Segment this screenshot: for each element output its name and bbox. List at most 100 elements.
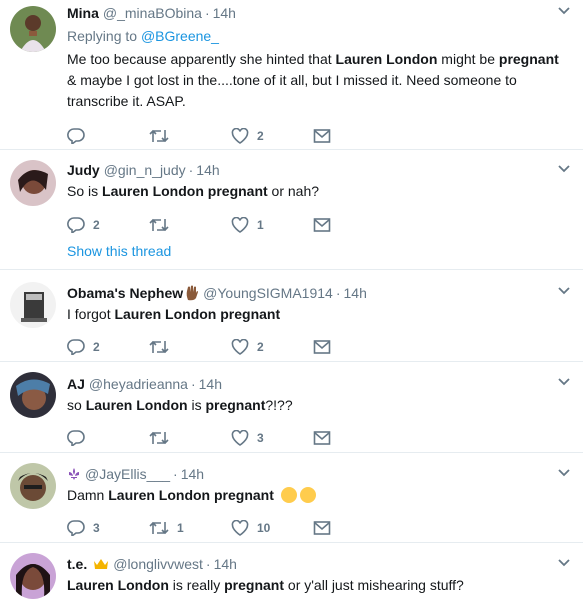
- replying-handle-link[interactable]: @BGreene_: [141, 28, 219, 44]
- user-handle[interactable]: @JayEllis___: [85, 465, 170, 483]
- reply-button[interactable]: 3: [67, 518, 149, 538]
- tweet[interactable]: Obama's Nephew @YoungSIGMA1914 · 14h I f…: [0, 270, 583, 362]
- user-handle[interactable]: @_minaBObina: [103, 4, 202, 22]
- retweet-button[interactable]: [149, 337, 231, 357]
- user-handle[interactable]: @gin_n_judy: [104, 161, 186, 179]
- tweet-header: AJ @heyadrieanna · 14h: [67, 375, 571, 393]
- like-button[interactable]: 10: [231, 518, 313, 538]
- raised-hand-emoji-icon: [186, 285, 199, 301]
- tweet-text: Damn Lauren London pregnant: [67, 485, 571, 506]
- tweet[interactable]: @JayEllis___ · 14h Damn Lauren London pr…: [0, 453, 583, 543]
- chevron-down-icon[interactable]: [557, 377, 571, 387]
- chevron-down-icon[interactable]: [557, 558, 571, 568]
- retweet-icon: [149, 431, 169, 445]
- timestamp[interactable]: 14h: [214, 555, 237, 573]
- reply-icon: [67, 339, 85, 355]
- chevron-down-icon[interactable]: [557, 468, 571, 478]
- tweet-header: Mina @_minaBObina · 14h: [67, 4, 571, 22]
- display-name[interactable]: AJ: [67, 375, 85, 393]
- text-highlight: Lauren London pregnant: [102, 183, 268, 199]
- text-segment: & maybe I got lost in the....tone of it …: [67, 72, 517, 109]
- retweet-button[interactable]: [149, 428, 231, 448]
- tweet-text: I forgot Lauren London pregnant: [67, 304, 571, 325]
- crying-face-emoji-icon: [299, 487, 316, 503]
- tweet-actions: 2: [67, 126, 571, 146]
- text-highlight: pregnant: [205, 397, 266, 413]
- timestamp[interactable]: 14h: [199, 375, 222, 393]
- display-name[interactable]: Judy: [67, 161, 100, 179]
- timestamp[interactable]: 14h: [344, 284, 367, 302]
- direct-message-button[interactable]: [313, 337, 331, 357]
- reply-button[interactable]: 2: [67, 215, 149, 235]
- retweet-button[interactable]: 1: [149, 518, 231, 538]
- like-count: 2: [257, 129, 264, 143]
- text-highlight: Lauren London pregnant: [108, 487, 274, 503]
- reply-button[interactable]: 2: [67, 337, 149, 357]
- avatar[interactable]: [10, 372, 56, 418]
- envelope-icon: [313, 521, 331, 535]
- direct-message-button[interactable]: [313, 518, 331, 538]
- text-highlight: Lauren London: [335, 51, 438, 67]
- like-button[interactable]: 3: [231, 428, 313, 448]
- like-count: 10: [257, 521, 271, 535]
- display-name[interactable]: Mina: [67, 4, 99, 22]
- tweet-text: Me too because apparently she hinted tha…: [67, 49, 571, 112]
- chevron-down-icon[interactable]: [557, 164, 571, 174]
- like-button[interactable]: 2: [231, 337, 313, 357]
- display-name[interactable]: t.e.: [67, 555, 87, 573]
- avatar[interactable]: [10, 282, 56, 328]
- timestamp[interactable]: 14h: [196, 161, 219, 179]
- display-name[interactable]: Obama's Nephew: [67, 284, 183, 302]
- retweet-button[interactable]: [149, 215, 231, 235]
- reply-icon: [67, 128, 85, 144]
- tweet[interactable]: Judy @gin_n_judy · 14h So is Lauren Lond…: [0, 150, 583, 270]
- tweet-feed: Mina @_minaBObina · 14h Replying to @BGr…: [0, 0, 583, 606]
- tweet[interactable]: AJ @heyadrieanna · 14h so Lauren London …: [0, 362, 583, 453]
- text-highlight: pregnant: [498, 51, 559, 67]
- avatar[interactable]: [10, 6, 56, 52]
- avatar[interactable]: [10, 463, 56, 509]
- retweet-icon: [149, 218, 169, 232]
- retweet-icon: [149, 129, 169, 143]
- text-segment: or y'all just mishearing stuff?: [284, 577, 464, 593]
- separator-dot: ·: [204, 5, 210, 21]
- tweet[interactable]: t.e. @longlivvwest · 14h Lauren London i…: [0, 543, 583, 606]
- tweet[interactable]: Mina @_minaBObina · 14h Replying to @BGr…: [0, 0, 583, 150]
- direct-message-button[interactable]: [313, 215, 331, 235]
- reply-button[interactable]: [67, 428, 149, 448]
- direct-message-button[interactable]: [313, 428, 331, 448]
- heart-icon: [231, 430, 249, 446]
- text-segment: Me too because apparently she hinted tha…: [67, 51, 336, 67]
- like-button[interactable]: 2: [231, 126, 313, 146]
- user-handle[interactable]: @heyadrieanna: [89, 375, 188, 393]
- like-count: 3: [257, 431, 264, 445]
- avatar[interactable]: [10, 160, 56, 206]
- avatar[interactable]: [10, 553, 56, 599]
- reply-button[interactable]: [67, 126, 149, 146]
- user-handle[interactable]: @longlivvwest: [113, 555, 203, 573]
- timestamp[interactable]: 14h: [181, 465, 204, 483]
- separator-dot: ·: [188, 162, 194, 178]
- show-thread-link[interactable]: Show this thread: [67, 243, 171, 259]
- separator-dot: ·: [190, 376, 196, 392]
- tweet-text: Lauren London is really pregnant or y'al…: [67, 575, 571, 596]
- separator-dot: ·: [335, 285, 341, 301]
- tweet-text: so Lauren London is pregnant?!??: [67, 395, 571, 416]
- retweet-button[interactable]: [149, 126, 231, 146]
- chevron-down-icon[interactable]: [557, 6, 571, 16]
- chevron-down-icon[interactable]: [557, 286, 571, 296]
- reply-count: 3: [93, 521, 100, 535]
- direct-message-button[interactable]: [313, 126, 331, 146]
- user-handle[interactable]: @YoungSIGMA1914: [203, 284, 333, 302]
- like-button[interactable]: 1: [231, 215, 313, 235]
- text-segment: is: [187, 397, 206, 413]
- text-segment: ?!??: [265, 397, 293, 413]
- tweet-text: So is Lauren London pregnant or nah?: [67, 181, 571, 202]
- text-highlight: Lauren London: [67, 577, 169, 593]
- envelope-icon: [313, 129, 331, 143]
- heart-icon: [231, 520, 249, 536]
- timestamp[interactable]: 14h: [213, 4, 236, 22]
- tweet-actions: 3 1 10: [67, 518, 571, 538]
- tweet-header: t.e. @longlivvwest · 14h: [67, 555, 571, 573]
- tweet-actions: 2 1: [67, 215, 571, 235]
